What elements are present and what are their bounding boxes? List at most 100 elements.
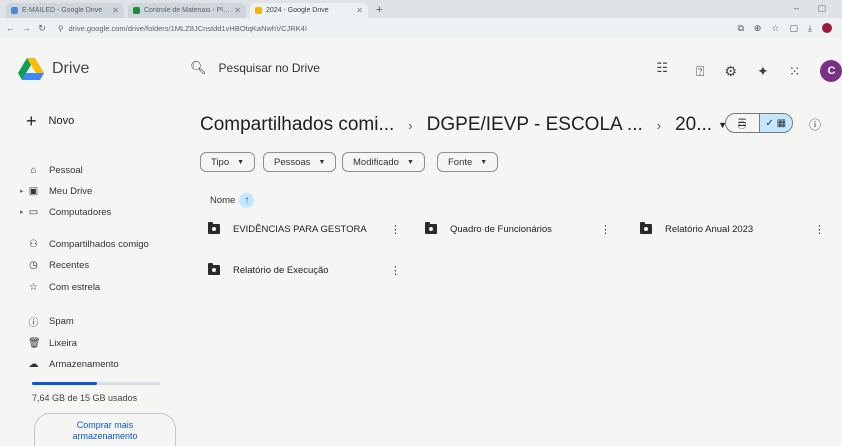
sidebar-item-com-estrela[interactable]: ☆ Com estrela: [28, 278, 100, 296]
new-tab-icon[interactable]: +: [376, 4, 382, 18]
breadcrumb-item-current[interactable]: 20...: [675, 114, 712, 136]
dropdown-arrow-icon: ▼: [237, 158, 245, 166]
more-options-icon[interactable]: ⋮: [600, 223, 611, 236]
reload-icon[interactable]: ↻: [38, 23, 46, 34]
close-tab-icon[interactable]: ✕: [234, 6, 241, 15]
folder-card[interactable]: Relatório Anual 2023 ⋮: [640, 218, 825, 240]
sidebar-item-lixeira[interactable]: 🗑︎ Lixeira: [28, 334, 77, 352]
shared-folder-icon: [208, 263, 220, 275]
sort-label-text: Nome: [210, 195, 236, 206]
expand-caret-icon[interactable]: ▸: [20, 208, 24, 216]
sidebar-item-armazenamento[interactable]: ☁︎ Armazenamento: [28, 355, 119, 373]
new-button[interactable]: + Novo: [26, 112, 74, 130]
breadcrumb-item[interactable]: DGPE/IEVP - ESCOLA ...: [427, 114, 643, 136]
shared-folder-icon: [425, 222, 437, 234]
sidebar-item-computadores[interactable]: ▸ ▭ Computadores: [20, 203, 111, 221]
sidebar-item-label: Lixeira: [49, 337, 77, 349]
search-bar[interactable]: 🔍︎ ☷: [182, 50, 680, 86]
forward-icon[interactable]: →: [22, 23, 31, 33]
chevron-right-icon: ›: [408, 117, 413, 133]
browser-actions: ⧉ ⊕ ☆ ▢ ⤓: [737, 23, 832, 34]
header-actions: ⍰ ⚙ ✦ ⁙ C: [696, 60, 842, 82]
site-info-icon[interactable]: ⚲: [58, 24, 64, 33]
layout-toggle: ☰ ✓ ▦: [725, 113, 793, 133]
details-info-icon[interactable]: ⓘ: [809, 116, 821, 133]
back-icon[interactable]: ←: [6, 23, 15, 33]
url-field[interactable]: ⚲ drive.google.com/drive/folders/1MLZ8JC…: [54, 21, 729, 35]
folder-card[interactable]: Relatório de Execução ⋮: [208, 259, 401, 281]
bookmark-star-icon[interactable]: ☆: [771, 23, 779, 34]
browser-tab[interactable]: Controle de Materiais - Planil ✕: [128, 3, 246, 18]
spam-icon: ⓘ: [28, 317, 39, 329]
folder-name: EVIDÊNCIAS PARA GESTORA: [233, 223, 367, 235]
extensions-icon[interactable]: ▢: [790, 23, 799, 34]
folder-card[interactable]: EVIDÊNCIAS PARA GESTORA ⋮: [208, 218, 401, 240]
folder-name: Relatório Anual 2023: [665, 223, 754, 235]
help-icon[interactable]: ⍰: [696, 63, 704, 80]
drive-logo-icon: [18, 58, 44, 80]
sidebar-item-pessoal[interactable]: ⌂ Pessoal: [28, 161, 83, 179]
download-icon[interactable]: ⤓: [808, 23, 812, 34]
sort-ascending-icon[interactable]: ↑: [239, 193, 255, 208]
filter-chip-pessoas[interactable]: Pessoas ▼: [263, 152, 337, 172]
avatar[interactable]: C: [820, 60, 842, 82]
list-view-icon[interactable]: ☰: [726, 114, 759, 132]
breadcrumb-item[interactable]: Compartilhados comi...: [200, 114, 394, 136]
dropdown-arrow-icon: ▼: [318, 158, 326, 166]
tab-title: 2024 - Google Drive: [266, 7, 329, 14]
filter-chip-tipo[interactable]: Tipo ▼: [200, 152, 256, 172]
browser-tab-active[interactable]: 2024 - Google Drive ✕: [250, 3, 368, 18]
tab-title: E-MAILED - Google Drive: [22, 7, 103, 14]
filter-chip-fonte[interactable]: Fonte ▼: [437, 152, 499, 172]
close-tab-icon[interactable]: ✕: [112, 6, 119, 15]
more-options-icon[interactable]: ⋮: [814, 223, 825, 236]
install-app-icon[interactable]: ⧉: [737, 23, 743, 34]
sidebar-item-label: Recentes: [49, 259, 90, 271]
browser-profile-icon[interactable]: [822, 23, 832, 33]
zoom-icon[interactable]: ⊕: [754, 23, 762, 34]
storage-usage-fill: [32, 382, 98, 385]
window-controls[interactable]: – ▢: [794, 3, 834, 14]
search-input[interactable]: [218, 61, 519, 75]
breadcrumb: Compartilhados comi... › DGPE/IEVP - ESC…: [200, 114, 747, 136]
address-bar: ← → ↻ ⚲ drive.google.com/drive/folders/1…: [0, 18, 842, 38]
dropdown-arrow-icon: ▼: [406, 158, 414, 166]
shared-folder-icon: [640, 222, 652, 234]
star-icon: ☆: [29, 281, 38, 293]
storage-usage-text: 7,64 GB de 15 GB usados: [32, 393, 138, 403]
dropdown-arrow-icon: ▼: [480, 158, 488, 166]
drive-favicon-icon: [255, 7, 262, 14]
chip-label: Fonte: [448, 156, 473, 168]
close-tab-icon[interactable]: ✕: [356, 6, 363, 15]
drive-icon: ▣: [28, 185, 39, 197]
sidebar-item-label: Meu Drive: [49, 185, 93, 197]
sidebar-item-meu-drive[interactable]: ▸ ▣ Meu Drive: [20, 182, 93, 200]
sidebar-item-label: Pessoal: [49, 164, 83, 176]
cloud-icon: ☁︎: [28, 358, 39, 370]
filter-chip-modificado[interactable]: Modificado ▼: [342, 152, 425, 172]
more-options-icon[interactable]: ⋮: [390, 264, 401, 277]
buy-storage-button[interactable]: Comprar mais armazenamento: [34, 413, 176, 446]
drive-logo[interactable]: Drive: [18, 58, 89, 80]
folder-card[interactable]: Quadro de Funcionários ⋮: [425, 218, 611, 240]
settings-gear-icon[interactable]: ⚙: [724, 63, 737, 80]
grid-view-icon[interactable]: ✓ ▦: [758, 114, 792, 132]
gemini-sparkle-icon[interactable]: ✦: [757, 63, 769, 80]
sidebar-item-spam[interactable]: ⓘ Spam: [28, 312, 74, 330]
more-options-icon[interactable]: ⋮: [390, 223, 401, 236]
sort-by-name[interactable]: Nome ↑: [210, 193, 255, 208]
home-icon: ⌂: [30, 164, 37, 176]
url-text: drive.google.com/drive/folders/1MLZ8JCns…: [68, 23, 307, 33]
sidebar-item-compartilhados[interactable]: ⚇ Compartilhados comigo: [28, 235, 149, 253]
folder-name: Quadro de Funcionários: [450, 223, 552, 235]
sheets-favicon-icon: [133, 7, 140, 14]
storage-usage-bar: [32, 382, 160, 385]
sidebar-item-recentes[interactable]: ◷ Recentes: [28, 256, 89, 274]
search-options-icon[interactable]: ☷: [656, 60, 668, 76]
search-icon[interactable]: 🔍︎: [190, 60, 207, 76]
apps-grid-icon[interactable]: ⁙: [789, 63, 801, 80]
expand-caret-icon[interactable]: ▸: [20, 187, 24, 195]
chip-label: Modificado: [353, 156, 399, 168]
chip-label: Tipo: [211, 156, 230, 168]
browser-tab[interactable]: E-MAILED - Google Drive ✕: [6, 3, 124, 18]
